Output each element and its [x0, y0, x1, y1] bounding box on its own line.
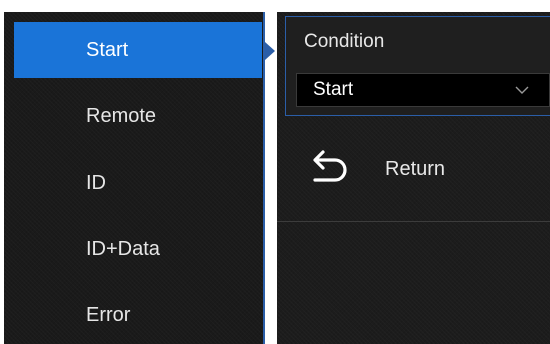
condition-title: Condition	[304, 31, 385, 52]
menu-item-start[interactable]: Start	[14, 22, 262, 78]
menu-item-label: Error	[86, 303, 131, 326]
condition-select[interactable]: Start	[296, 73, 550, 107]
return-button[interactable]: Return	[277, 122, 550, 222]
menu-item-label: ID	[86, 171, 106, 194]
menu-pointer-arrow-icon	[265, 42, 275, 60]
menu-item-label: ID+Data	[86, 237, 160, 260]
menu-item-id-data[interactable]: ID+Data	[14, 221, 262, 277]
return-label: Return	[385, 158, 446, 180]
softkey-panel: Condition Start Return	[277, 12, 550, 344]
menu-item-label: Remote	[86, 104, 157, 127]
menu-item-error[interactable]: Error	[14, 287, 262, 343]
chevron-down-icon	[515, 86, 529, 94]
menu-item-id[interactable]: ID	[14, 155, 262, 211]
condition-value: Start	[313, 79, 354, 100]
return-arrow-icon	[313, 150, 347, 182]
softkey-divider	[277, 221, 550, 222]
menu-item-label: Start	[86, 38, 129, 61]
menu-item-remote[interactable]: Remote	[14, 88, 262, 144]
trigger-type-menu: Start Remote ID ID+Data Error	[4, 12, 265, 344]
oscilloscope-menu-screen: Start Remote ID ID+Data Error Condition …	[0, 0, 550, 344]
condition-softkey[interactable]: Condition Start	[285, 16, 550, 116]
